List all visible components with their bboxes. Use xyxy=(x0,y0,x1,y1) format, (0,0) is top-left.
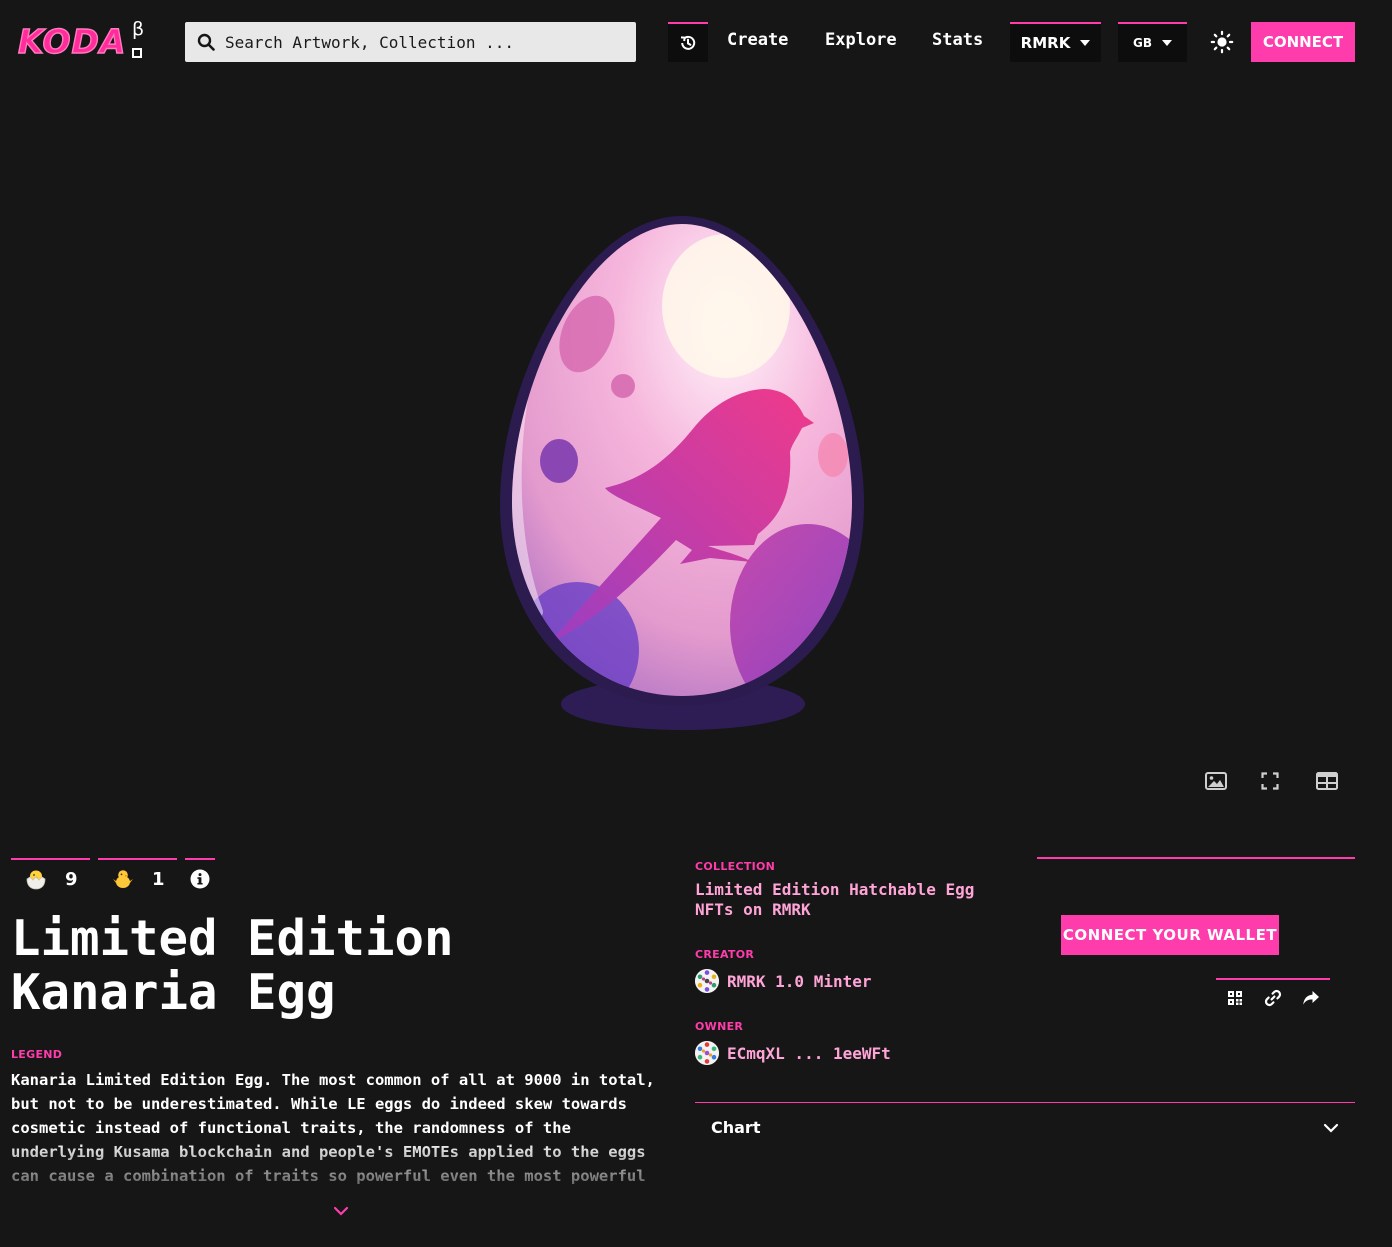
hatching-chick-icon xyxy=(26,870,46,890)
nft-description: Kanaria Limited Edition Egg. The most co… xyxy=(11,1071,655,1185)
identicon-avatar xyxy=(695,969,719,993)
sun-icon xyxy=(1210,30,1234,54)
nav-explore[interactable]: Explore xyxy=(825,30,897,50)
baby-chick-icon xyxy=(113,870,133,888)
gallery-icon xyxy=(1316,772,1338,790)
history-icon xyxy=(680,35,696,50)
chain-select-value: RMRK xyxy=(1020,34,1071,52)
chick-count-badge[interactable]: 1 xyxy=(98,858,177,898)
owner-address: ECmqXL ... 1eeWFt xyxy=(727,1043,891,1063)
info-icon xyxy=(190,869,210,889)
chick-count: 1 xyxy=(152,868,165,890)
info-button[interactable] xyxy=(185,858,215,898)
share-button[interactable] xyxy=(1292,978,1330,1016)
chevron-down-icon xyxy=(1162,40,1172,46)
link-icon xyxy=(1264,989,1282,1007)
media-viewer xyxy=(0,84,1392,824)
fullscreen-icon xyxy=(1261,772,1279,790)
gallery-view-button[interactable] xyxy=(1314,770,1340,792)
copy-link-button[interactable] xyxy=(1254,978,1292,1016)
nft-artwork-image xyxy=(496,212,868,734)
chevron-down-icon xyxy=(1323,1123,1339,1133)
nav-stats[interactable]: Stats xyxy=(932,30,983,50)
qr-code-button[interactable] xyxy=(1216,978,1254,1016)
connect-wallet-button[interactable]: CONNECT YOUR WALLET xyxy=(1061,915,1279,955)
logo-beta-mark: β xyxy=(132,18,145,40)
hatched-count: 9 xyxy=(65,868,78,890)
expand-description-button[interactable] xyxy=(332,1204,350,1218)
language-select[interactable]: GB xyxy=(1118,22,1187,62)
chart-accordion-label: Chart xyxy=(711,1118,761,1137)
koda-logo[interactable]: KODA β xyxy=(17,18,148,62)
fullscreen-button[interactable] xyxy=(1257,770,1283,792)
description-label: LEGEND xyxy=(11,1048,63,1061)
creator-link[interactable]: RMRK 1.0 Minter xyxy=(695,969,872,993)
collection-label: COLLECTION xyxy=(695,860,776,873)
theme-toggle[interactable] xyxy=(1208,28,1236,56)
creator-label: CREATOR xyxy=(695,948,755,961)
share-icon xyxy=(1303,991,1319,1005)
logo-text: KODA xyxy=(17,21,127,61)
top-navbar: KODA β Create Explore Stats RMRK GB xyxy=(0,0,1392,84)
actions-divider xyxy=(1037,857,1355,859)
chart-accordion[interactable]: Chart xyxy=(695,1102,1355,1152)
nav-create[interactable]: Create xyxy=(727,30,788,50)
owner-link[interactable]: ECmqXL ... 1eeWFt xyxy=(695,1041,891,1065)
chain-select[interactable]: RMRK xyxy=(1010,22,1101,62)
history-button[interactable] xyxy=(668,22,708,62)
logo-box-mark xyxy=(132,48,142,58)
chevron-down-icon xyxy=(333,1206,349,1216)
creator-name: RMRK 1.0 Minter xyxy=(727,971,872,991)
search-icon xyxy=(197,33,215,51)
nft-title: Limited Edition Kanaria Egg xyxy=(11,910,454,1021)
qr-code-icon xyxy=(1228,991,1242,1005)
image-icon xyxy=(1205,772,1227,790)
search-bar[interactable] xyxy=(185,22,636,62)
chevron-down-icon xyxy=(1080,40,1091,46)
connect-button[interactable]: CONNECT xyxy=(1251,22,1355,62)
identicon-avatar xyxy=(695,1041,719,1065)
collection-link[interactable]: Limited Edition Hatchable Egg NFTs on RM… xyxy=(695,880,1015,920)
image-view-button[interactable] xyxy=(1203,770,1229,792)
owner-label: OWNER xyxy=(695,1020,744,1033)
hatched-count-badge[interactable]: 9 xyxy=(11,858,90,898)
language-select-value: GB xyxy=(1133,36,1152,50)
search-input[interactable] xyxy=(225,32,625,52)
